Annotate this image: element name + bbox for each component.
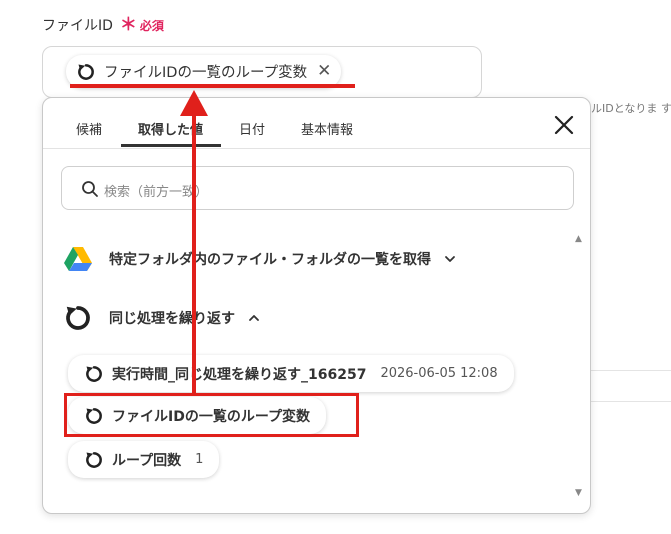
scroll-up-arrow[interactable]: ▲: [575, 234, 582, 244]
group-loop[interactable]: 同じ処理を繰り返す: [63, 303, 261, 333]
popup-tabs: 候補 取得した値 日付 基本情報: [43, 98, 590, 149]
chevron-up-icon[interactable]: [247, 311, 261, 325]
field-help-text: ルIDとなりま す: [591, 102, 671, 115]
chevron-down-icon[interactable]: [443, 252, 457, 266]
highlight-box: [64, 393, 359, 437]
value-picker-popup: 候補 取得した値 日付 基本情報 検索（前方一致） ▲ ▼ 特定フォルダ内のファ…: [42, 97, 591, 514]
tab-candidates[interactable]: 候補: [76, 119, 102, 138]
close-icon[interactable]: [553, 114, 575, 136]
loop-icon: [78, 63, 94, 80]
list-item[interactable]: ループ回数 1: [68, 441, 220, 478]
field-label-text: ファイルID: [42, 18, 113, 34]
selected-chip-label: ファイルIDの一覧のループ変数: [104, 65, 308, 81]
group-drive-file-list[interactable]: 特定フォルダ内のファイル・フォルダの一覧を取得: [63, 246, 457, 272]
search-input[interactable]: 検索（前方一致）: [61, 166, 574, 210]
item-meta: 1: [195, 452, 204, 467]
item-label: 実行時間_同じ処理を繰り返す_166257: [112, 366, 367, 383]
item-meta: 2026-06-05 12:08: [380, 366, 498, 381]
highlight-underline: [70, 84, 355, 88]
close-icon[interactable]: ✕: [317, 63, 331, 80]
highlight-arrow-shaft: [192, 112, 196, 394]
required-text: 必須: [139, 18, 164, 33]
group-label: 同じ処理を繰り返す: [109, 311, 235, 327]
background-divider: [591, 401, 671, 402]
highlight-arrow-head: [180, 90, 208, 116]
scroll-down-arrow[interactable]: ▼: [575, 488, 582, 498]
item-label: ループ回数: [112, 452, 182, 469]
list-item[interactable]: 実行時間_同じ処理を繰り返す_166257 2026-06-05 12:08: [68, 355, 514, 392]
loop-icon: [86, 365, 102, 382]
background-divider: [591, 370, 671, 371]
active-tab-indicator: [121, 144, 221, 147]
tab-basic-info[interactable]: 基本情報: [301, 119, 353, 138]
search-icon: [82, 181, 98, 197]
required-star: ＊: [119, 14, 137, 35]
group-label: 特定フォルダ内のファイル・フォルダの一覧を取得: [109, 252, 431, 268]
field-label: ファイルID ＊ 必須: [42, 15, 164, 35]
loop-icon: [86, 451, 102, 468]
loop-icon: [66, 306, 90, 330]
google-drive-icon: [64, 247, 92, 271]
tab-date[interactable]: 日付: [239, 119, 265, 138]
